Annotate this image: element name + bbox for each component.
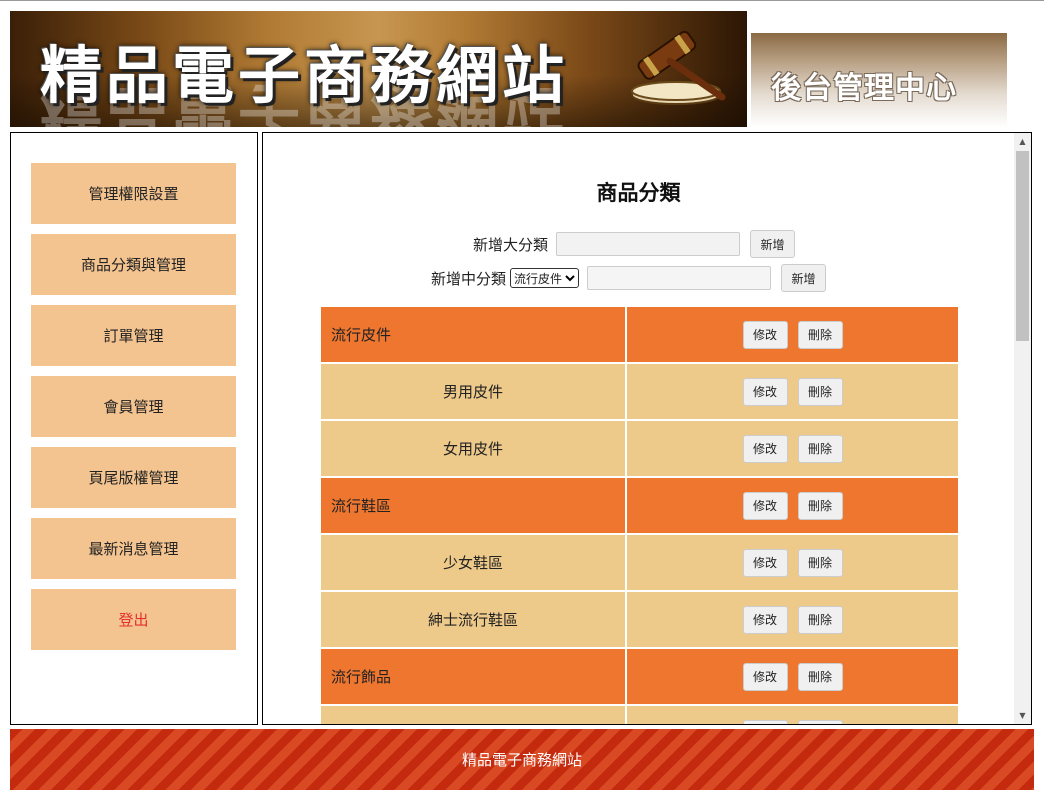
edit-button[interactable]: 修改 xyxy=(742,662,788,691)
add-minor-button[interactable]: 新增 xyxy=(781,264,827,292)
add-minor-row: 新增中分類 流行皮件 新增 xyxy=(431,264,827,292)
category-actions: 修改 刪除 xyxy=(627,592,958,647)
footer: 精品電子商務網站 xyxy=(10,729,1034,790)
add-minor-input[interactable] xyxy=(587,266,772,290)
category-actions: 修改 刪除 xyxy=(627,307,958,362)
sidebar-item-orders[interactable]: 訂單管理 xyxy=(31,305,236,366)
sidebar-item-news[interactable]: 最新消息管理 xyxy=(31,518,236,579)
category-row: 少女鞋區 修改 刪除 xyxy=(321,535,958,590)
scroll-down-icon[interactable]: ▼ xyxy=(1014,707,1031,724)
edit-button[interactable]: 修改 xyxy=(742,377,788,406)
add-major-label: 新增大分類 xyxy=(473,235,549,254)
category-name: 紳士流行鞋區 xyxy=(321,592,625,647)
scroll-up-icon[interactable]: ▲ xyxy=(1014,133,1031,150)
edit-button[interactable]: 修改 xyxy=(742,491,788,520)
category-name: 流行皮件 xyxy=(321,307,625,362)
dropdown-chevron-icon xyxy=(565,275,575,282)
category-name: 男用皮件 xyxy=(321,364,625,419)
category-row: 流行鞋區 修改 刪除 xyxy=(321,478,958,533)
category-row: 紳士流行鞋區 修改 刪除 xyxy=(321,592,958,647)
category-actions: 修改 刪除 xyxy=(627,649,958,704)
page-title: 商品分類 xyxy=(596,181,681,205)
category-actions: 修改 刪除 xyxy=(627,478,958,533)
delete-button[interactable]: 刪除 xyxy=(797,320,843,349)
delete-button[interactable]: 刪除 xyxy=(797,662,843,691)
delete-button[interactable]: 刪除 xyxy=(797,434,843,463)
category-row: 女用皮件 修改 刪除 xyxy=(321,421,958,476)
main-panel: 商品分類 新增大分類 新增 新增中分類 流行皮件 新增 流行皮件 修改 刪除 男… xyxy=(262,132,1032,725)
scroll-thumb[interactable] xyxy=(1016,151,1029,341)
edit-button[interactable]: 修改 xyxy=(742,605,788,634)
footer-text: 精品電子商務網站 xyxy=(461,751,582,769)
edit-button[interactable]: 修改 xyxy=(742,548,788,577)
admin-banner: 後台管理中心 xyxy=(751,33,1007,127)
major-category-selected: 流行皮件 xyxy=(514,271,563,286)
delete-button[interactable]: 刪除 xyxy=(797,605,843,634)
logout-button[interactable]: 登出 xyxy=(31,589,236,650)
delete-button[interactable]: 刪除 xyxy=(797,377,843,406)
site-title: 精品電子商務網站 xyxy=(40,39,569,112)
category-name: 少女鞋區 xyxy=(321,535,625,590)
category-actions: 修改 刪除 xyxy=(627,421,958,476)
add-major-row: 新增大分類 新增 xyxy=(473,230,796,258)
delete-button[interactable]: 刪除 xyxy=(797,548,843,577)
add-minor-label: 新增中分類 xyxy=(431,269,507,288)
category-name: 女用皮件 xyxy=(321,421,625,476)
sidebar-item-footer-copyright[interactable]: 頁尾版權管理 xyxy=(31,447,236,508)
edit-button[interactable]: 修改 xyxy=(742,320,788,349)
category-name: 流行飾品 xyxy=(321,649,625,704)
category-name xyxy=(321,706,625,724)
category-name: 流行鞋區 xyxy=(321,478,625,533)
admin-title: 後台管理中心 xyxy=(771,71,957,106)
gavel-icon xyxy=(631,30,726,105)
sidebar-item-categories[interactable]: 商品分類與管理 xyxy=(31,234,236,295)
sidebar-item-members[interactable]: 會員管理 xyxy=(31,376,236,437)
add-major-button[interactable]: 新增 xyxy=(750,230,796,258)
category-row: 流行飾品 修改 刪除 xyxy=(321,649,958,704)
vertical-scrollbar[interactable]: ▲ ▼ xyxy=(1014,133,1031,724)
category-actions: 修改 刪除 xyxy=(627,535,958,590)
category-row: 流行皮件 修改 刪除 xyxy=(321,307,958,362)
category-actions: 修改 刪除 xyxy=(627,364,958,419)
category-row: 修改 刪除 xyxy=(321,706,958,724)
major-category-select[interactable]: 流行皮件 xyxy=(510,268,580,288)
delete-button[interactable]: 刪除 xyxy=(797,719,843,724)
category-row: 男用皮件 修改 刪除 xyxy=(321,364,958,419)
edit-button[interactable]: 修改 xyxy=(742,719,788,724)
site-banner: 精品電子商務網站 精品電子商務網站 xyxy=(10,11,747,127)
sidebar-item-permissions[interactable]: 管理權限設置 xyxy=(31,163,236,224)
delete-button[interactable]: 刪除 xyxy=(797,491,843,520)
add-major-input[interactable] xyxy=(556,232,741,256)
edit-button[interactable]: 修改 xyxy=(742,434,788,463)
category-actions: 修改 刪除 xyxy=(627,706,958,724)
top-border xyxy=(0,0,1044,1)
sidebar: 管理權限設置 商品分類與管理 訂單管理 會員管理 頁尾版權管理 最新消息管理 登… xyxy=(10,132,258,725)
